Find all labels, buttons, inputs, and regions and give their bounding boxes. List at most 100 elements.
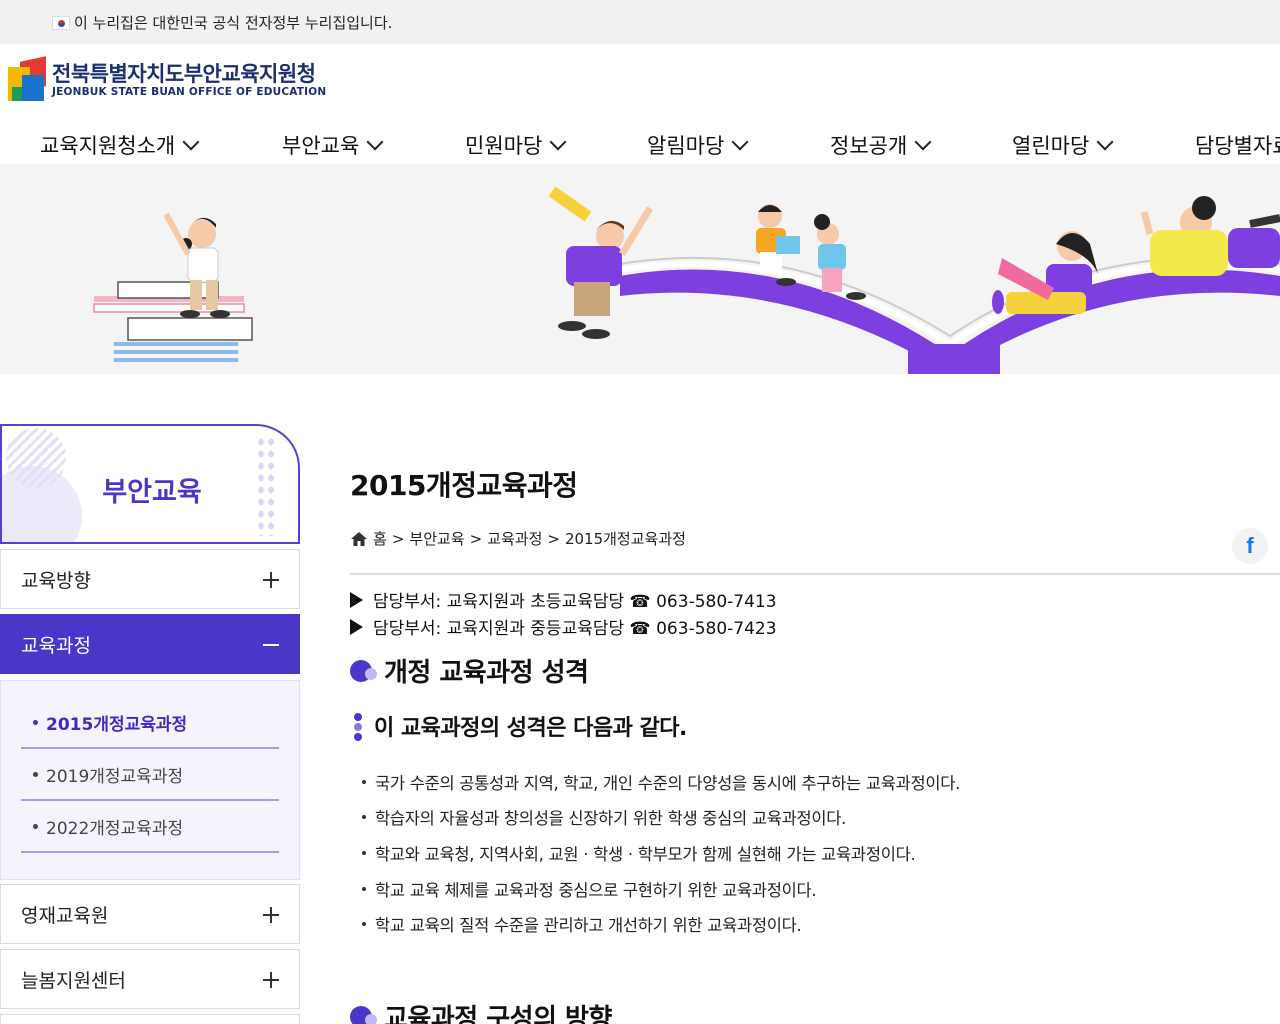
sidebar-item-label: 늘봄지원센터	[21, 969, 126, 992]
gnb-label: 알림마당	[647, 134, 725, 158]
play-triangle-icon	[350, 591, 363, 608]
breadcrumb-level2[interactable]: 교육과정	[487, 528, 542, 549]
student-girl-book-icon	[992, 231, 1098, 314]
department-info-2: 담당부서: 교육지원과 중등교육담당 ☎ 063-580-7423	[350, 614, 777, 639]
breadcrumb-level3: 2015개정교육과정	[564, 530, 686, 548]
breadcrumb-home[interactable]: 홈	[373, 528, 387, 549]
korea-flag-icon	[52, 15, 70, 30]
student-girl-lying-icon	[1140, 196, 1280, 276]
list-item: 학습자의 자율성과 창의성을 신장하기 위한 학생 중심의 교육과정이다.	[362, 805, 846, 829]
list-item-text: 학습자의 자율성과 창의성을 신장하기 위한 학생 중심의 교육과정이다.	[375, 809, 847, 828]
breadcrumb-separator: >	[391, 529, 405, 548]
gov-banner: 이 누리집은 대한민국 공식 전자정부 누리집입니다.	[0, 0, 1280, 44]
bullet-dot-icon	[33, 771, 38, 777]
list-item-text: 학교 교육 체제를 교육과정 중심으로 구현하기 위한 교육과정이다.	[375, 881, 817, 900]
gnb-item-about[interactable]: 교육지원청소개	[40, 130, 200, 160]
bullet-dot-icon	[362, 815, 366, 819]
content-divider	[350, 573, 1280, 575]
sidebar-submenu: 2015개정교육과정 2019개정교육과정 2022개정교육과정	[0, 680, 300, 880]
gnb-label: 부안교육	[282, 134, 360, 158]
gnb-item-open[interactable]: 열린마당	[1012, 130, 1114, 160]
list-item: 학교 교육의 질적 수준을 관리하고 개선하기 위한 교육과정이다.	[362, 912, 802, 936]
submenu-label: 2015개정교육과정	[46, 714, 188, 735]
facebook-share-button[interactable]: f	[1232, 528, 1268, 564]
department-text: 담당부서: 교육지원과 중등교육담당 ☎ 063-580-7423	[373, 619, 777, 639]
gnb-item-data[interactable]: 담당별자료	[1195, 130, 1280, 160]
subsection-heading: 이 교육과정의 성격은 다음과 같다.	[354, 710, 687, 742]
list-item-text: 학교와 교육청, 지역사회, 교원 · 학생 · 학부모가 함께 실현해 가는 …	[375, 845, 916, 864]
chevron-down-icon	[549, 133, 567, 151]
chevron-down-icon	[1096, 133, 1114, 151]
page-title: 2015개정교육과정	[350, 469, 578, 502]
sidebar-item-next[interactable]	[0, 1014, 300, 1024]
sidebar-item-neulbom-center[interactable]: 늘봄지원센터	[0, 949, 300, 1009]
chevron-down-icon	[366, 133, 384, 151]
bullet-dot-icon	[33, 823, 38, 829]
list-item-text: 학교 교육의 질적 수준을 관리하고 개선하기 위한 교육과정이다.	[375, 916, 802, 935]
gnb-label: 열린마당	[1012, 134, 1090, 158]
list-item: 국가 수준의 공통성과 지역, 학교, 개인 수준의 다양성을 동시에 추구하는…	[362, 770, 960, 794]
breadcrumb-level1[interactable]: 부안교육	[409, 528, 464, 549]
global-nav: 교육지원청소개 부안교육 민원마당 알림마당 정보공개 열린마당 담당별자료	[0, 124, 1280, 164]
sidebar-title-box: 부안교육	[0, 424, 300, 544]
section-heading-text: 개정 교육과정 성격	[384, 658, 589, 688]
section-bullet-icon	[350, 658, 377, 684]
list-item-text: 국가 수준의 공통성과 지역, 학교, 개인 수준의 다양성을 동시에 추구하는…	[375, 774, 961, 793]
breadcrumb: 홈 > 부안교육 > 교육과정 > 2015개정교육과정	[350, 528, 686, 549]
bullet-dot-icon	[362, 922, 366, 926]
sidebar-item-label: 교육과정	[21, 634, 91, 657]
section-heading-text: 교육과정 구성의 방향	[384, 1004, 612, 1024]
bullet-dot-icon	[362, 851, 366, 855]
plus-icon	[263, 907, 279, 923]
gnb-item-buan-education[interactable]: 부안교육	[282, 130, 384, 160]
gnb-item-notice[interactable]: 알림마당	[647, 130, 749, 160]
sidebar-item-label: 영재교육원	[21, 904, 109, 927]
plus-icon	[263, 572, 279, 588]
submenu-label: 2022개정교육과정	[46, 818, 184, 839]
section-heading-character: 개정 교육과정 성격	[350, 652, 589, 689]
gnb-label: 담당별자료	[1195, 134, 1280, 158]
section-heading-composition: 교육과정 구성의 방향	[350, 998, 612, 1024]
sidebar-title: 부안교육	[102, 477, 202, 508]
submenu-item-2015[interactable]: 2015개정교육과정	[21, 697, 279, 749]
logo-text: 전북특별자치도부안교육지원청 JEONBUK STATE BUAN OFFICE…	[52, 62, 326, 99]
submenu-label: 2019개정교육과정	[46, 766, 184, 787]
submenu-item-2019[interactable]: 2019개정교육과정	[21, 749, 279, 801]
gov-banner-text-wrap: 이 누리집은 대한민국 공식 전자정부 누리집입니다.	[52, 12, 392, 33]
submenu-item-2022[interactable]: 2022개정교육과정	[21, 801, 279, 853]
gnb-item-info[interactable]: 정보공개	[830, 130, 932, 160]
sidebar-item-gifted-center[interactable]: 영재교육원	[0, 884, 300, 944]
sidebar-item-curriculum[interactable]: 교육과정	[0, 614, 300, 674]
logo-mark-icon	[8, 56, 46, 101]
subsection-heading-text: 이 교육과정의 성격은 다음과 같다.	[374, 716, 687, 741]
bullet-dot-icon	[362, 780, 366, 784]
breadcrumb-separator: >	[469, 529, 483, 548]
home-icon	[351, 531, 367, 546]
sidebar-item-label: 교육방향	[21, 569, 91, 592]
hero-illustration	[0, 164, 1280, 374]
section-bullet-icon	[350, 1004, 377, 1024]
gnb-label: 교육지원청소개	[40, 134, 176, 158]
gnb-label: 정보공개	[830, 134, 908, 158]
bullet-dot-icon	[33, 719, 38, 725]
vertical-dots-icon	[354, 713, 362, 741]
books-stack-icon	[93, 281, 253, 362]
play-triangle-icon	[350, 618, 363, 635]
bullet-dot-icon	[362, 887, 366, 891]
department-info-1: 담당부서: 교육지원과 초등교육담당 ☎ 063-580-7413	[350, 587, 777, 612]
chevron-down-icon	[182, 133, 200, 151]
gnb-item-civil[interactable]: 민원마당	[465, 130, 567, 160]
facebook-icon: f	[1246, 533, 1254, 558]
gnb-label: 민원마당	[465, 134, 543, 158]
site-logo[interactable]: 전북특별자치도부안교육지원청 JEONBUK STATE BUAN OFFICE…	[8, 56, 326, 102]
plus-icon	[263, 972, 279, 988]
sidebar-item-education-direction[interactable]: 교육방향	[0, 549, 300, 609]
breadcrumb-separator: >	[547, 529, 560, 548]
hero-artwork	[93, 186, 1280, 374]
logo-english: JEONBUK STATE BUAN OFFICE OF EDUCATION	[52, 85, 327, 98]
gov-banner-text: 이 누리집은 대한민국 공식 전자정부 누리집입니다.	[74, 14, 393, 32]
chevron-down-icon	[914, 133, 932, 151]
chevron-down-icon	[731, 133, 749, 151]
logo-korean: 전북특별자치도부안교육지원청	[52, 61, 316, 86]
list-item: 학교와 교육청, 지역사회, 교원 · 학생 · 학부모가 함께 실현해 가는 …	[362, 841, 916, 865]
